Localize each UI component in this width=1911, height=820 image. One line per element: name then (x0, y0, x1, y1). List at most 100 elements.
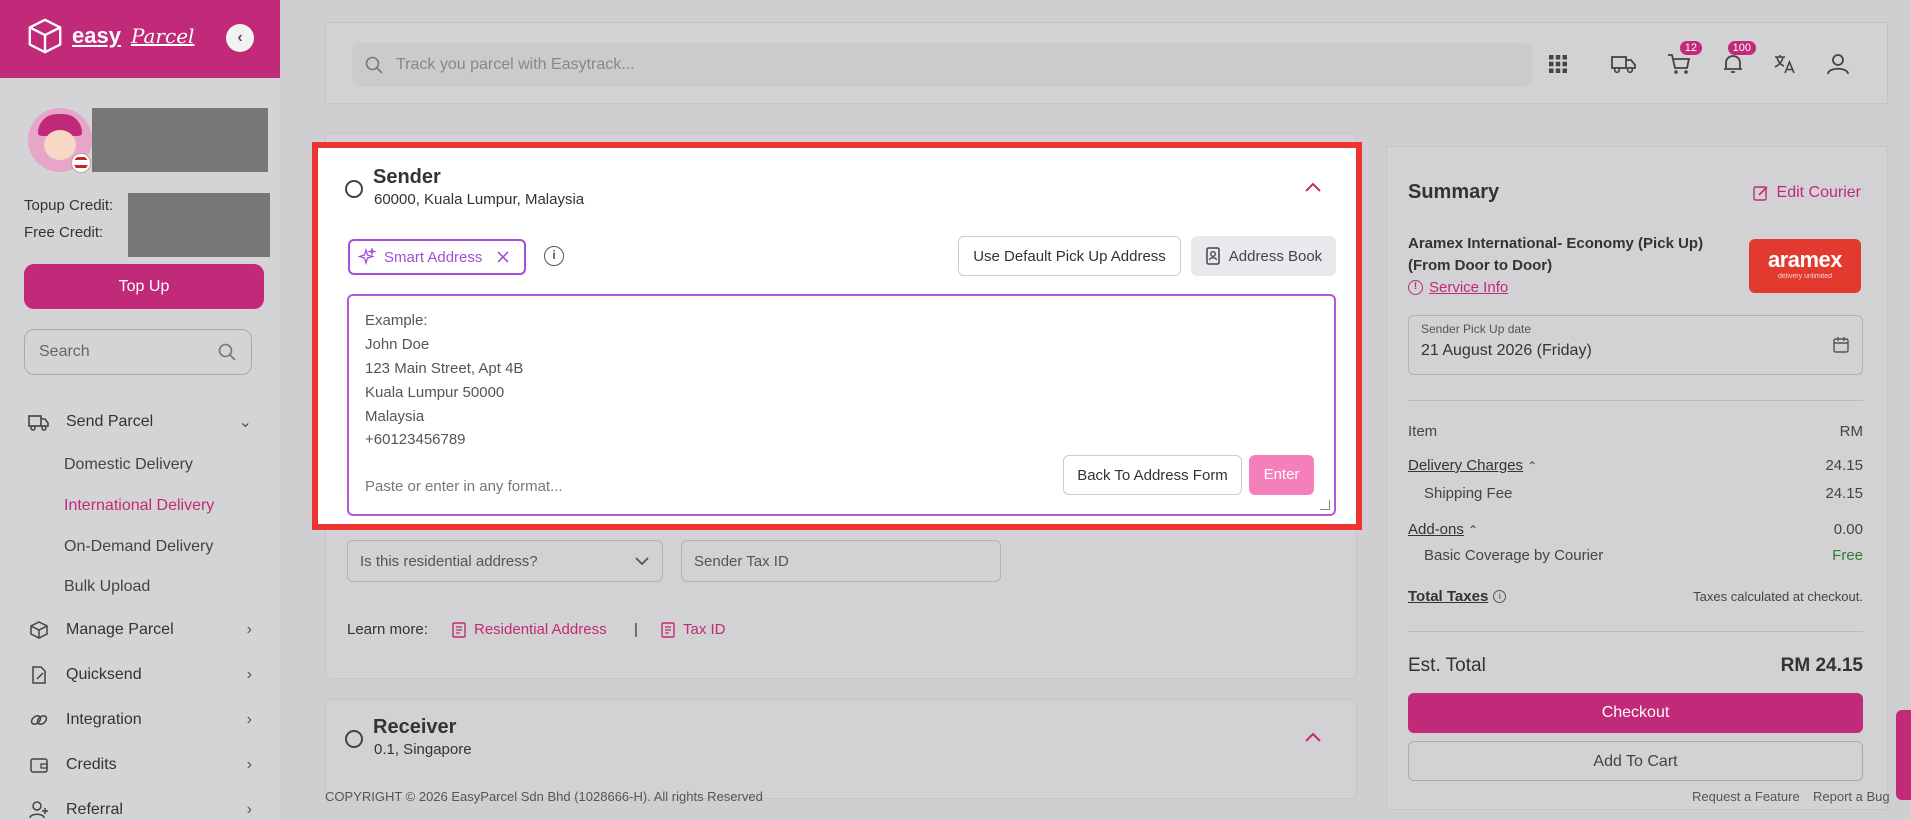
tax-id-link[interactable]: Tax ID (661, 621, 726, 638)
document-icon (452, 621, 466, 638)
summary-panel: Summary Edit Courier Aramex Internationa… (1386, 146, 1888, 810)
sidebar-item-send-parcel[interactable]: Send Parcel ⌄ (0, 402, 280, 442)
edit-icon (28, 664, 50, 686)
total-taxes-label[interactable]: Total Taxes (1408, 588, 1488, 605)
wallet-icon (28, 754, 50, 776)
top-up-button[interactable]: Top Up (24, 264, 264, 309)
chevron-up-icon: ⌃ (1468, 523, 1479, 537)
chevron-right-icon: › (246, 621, 252, 638)
report-bug-link[interactable]: Report a Bug (1813, 789, 1890, 804)
pickup-date-picker[interactable]: Sender Pick Up date 21 August 2026 (Frid… (1408, 315, 1863, 375)
back-to-address-form-button[interactable]: Back To Address Form (1063, 455, 1242, 495)
sidebar-item-quicksend[interactable]: Quicksend › (0, 655, 280, 695)
sender-title: Sender (373, 166, 441, 188)
easytrack-search-input[interactable]: Track you parcel with Easytrack... (352, 43, 1532, 87)
checkout-button[interactable]: Checkout (1408, 693, 1863, 733)
service-info-label: Service Info (1429, 279, 1509, 296)
example-line: +60123456789 (365, 431, 466, 448)
address-book-button[interactable]: Address Book (1191, 236, 1336, 276)
sender-subtitle: 60000, Kuala Lumpur, Malaysia (374, 191, 585, 208)
receiver-radio[interactable] (345, 730, 363, 748)
collapse-sidebar-button[interactable]: ‹ (226, 24, 254, 52)
chevron-up-icon[interactable] (1304, 177, 1322, 198)
aramex-logo: aramex delivery unlimited (1749, 239, 1861, 293)
avatar[interactable] (28, 108, 92, 172)
sidebar-subitem-international[interactable]: International Delivery (64, 497, 214, 515)
tax-id-placeholder: Sender Tax ID (694, 552, 789, 570)
use-default-pickup-button[interactable]: Use Default Pick Up Address (958, 236, 1181, 276)
addons-label: Add-ons (1408, 521, 1464, 538)
request-feature-link[interactable]: Request a Feature (1692, 789, 1800, 804)
sidebar-item-manage-parcel[interactable]: Manage Parcel › (0, 610, 280, 650)
resize-handle[interactable] (1320, 500, 1330, 510)
redacted-username (92, 108, 268, 172)
example-line: 123 Main Street, Apt 4B (365, 360, 524, 377)
sidebar-item-label: Credits (66, 756, 117, 773)
sidebar-search-placeholder: Search (39, 343, 90, 360)
chevron-right-icon: › (246, 756, 252, 773)
apps-grid-icon[interactable] (1543, 49, 1573, 79)
info-icon[interactable]: i (544, 246, 564, 266)
user-account-icon[interactable] (1823, 49, 1853, 79)
delivery-charges-row[interactable]: Delivery Charges ⌃ 24.15 (1408, 457, 1863, 474)
total-taxes-row: Total Taxes i Taxes calculated at checkou… (1408, 588, 1863, 605)
sender-radio[interactable] (345, 180, 363, 198)
sender-tax-id-input[interactable]: Sender Tax ID (681, 540, 1001, 582)
delivery-truck-icon[interactable] (1609, 49, 1639, 79)
residential-address-link[interactable]: Residential Address (452, 621, 607, 638)
sidebar-subitem-on-demand[interactable]: On-Demand Delivery (64, 538, 213, 556)
notification-bell-icon[interactable]: 100 (1718, 41, 1756, 79)
courier-name: Aramex International- Economy (Pick Up) … (1408, 235, 1704, 274)
smart-address-button[interactable]: Smart Address (348, 239, 526, 275)
add-to-cart-button[interactable]: Add To Cart (1408, 741, 1863, 781)
cart-icon[interactable]: 12 (1664, 41, 1702, 79)
example-line: Example: (365, 312, 428, 329)
sidebar-subitem-bulk-upload[interactable]: Bulk Upload (64, 578, 150, 596)
residential-address-select[interactable]: Is this residential address? (347, 540, 663, 582)
delivery-charges-value: 24.15 (1825, 457, 1863, 474)
top-bar: Track you parcel with Easytrack... 12 10… (325, 22, 1888, 104)
info-icon[interactable]: i (1493, 590, 1507, 603)
brand-header: easy Parcel ‹ (0, 0, 280, 78)
chevron-right-icon: › (246, 666, 252, 683)
sparkle-icon (358, 248, 376, 266)
pickup-date-label: Sender Pick Up date (1421, 322, 1532, 336)
aramex-tagline: delivery unlimited (1777, 273, 1833, 280)
sidebar-item-integration[interactable]: Integration › (0, 700, 280, 740)
addons-row[interactable]: Add-ons ⌃ 0.00 (1408, 521, 1863, 538)
edit-courier-button[interactable]: Edit Courier (1752, 184, 1861, 202)
link-separator: | (634, 621, 638, 638)
learn-more-label: Learn more: (347, 621, 428, 638)
easyparcel-logo[interactable]: easy Parcel (26, 16, 194, 56)
brand-script: Parcel (130, 24, 195, 48)
sidebar-item-label: Send Parcel (66, 413, 154, 430)
chevron-up-icon[interactable] (1304, 727, 1322, 748)
receiver-title: Receiver (373, 716, 457, 738)
user-plus-icon (28, 799, 50, 820)
basic-coverage-label: Basic Coverage by Courier (1424, 547, 1604, 564)
truck-icon (28, 411, 50, 433)
receiver-card (325, 699, 1357, 799)
redacted-credit-values (128, 193, 270, 257)
enter-button[interactable]: Enter (1249, 455, 1314, 495)
sidebar-search-input[interactable]: Search (24, 329, 252, 375)
service-info-link[interactable]: ! Service Info (1408, 279, 1508, 296)
close-icon[interactable] (496, 250, 510, 264)
smart-address-label: Smart Address (384, 248, 483, 266)
calendar-icon (1833, 337, 1849, 353)
tax-id-link-label: Tax ID (683, 621, 726, 638)
address-book-icon (1206, 247, 1220, 265)
chat-tab[interactable] (1896, 710, 1911, 800)
translate-icon[interactable] (1770, 49, 1800, 79)
sidebar: easy Parcel ‹ Topup Credit: Free Credit: … (0, 0, 280, 820)
cart-badge: 12 (1679, 41, 1702, 55)
example-line: Kuala Lumpur 50000 (365, 384, 505, 401)
sidebar-item-referral[interactable]: Referral › (0, 790, 280, 820)
delivery-charges-label: Delivery Charges (1408, 457, 1524, 474)
chevron-down-icon: ⌄ (238, 414, 252, 431)
sidebar-item-credits[interactable]: Credits › (0, 745, 280, 785)
example-line: John Doe (365, 336, 430, 353)
sidebar-subitem-domestic[interactable]: Domestic Delivery (64, 456, 193, 474)
address-book-label: Address Book (1228, 247, 1323, 265)
box-logo-icon (28, 18, 62, 54)
